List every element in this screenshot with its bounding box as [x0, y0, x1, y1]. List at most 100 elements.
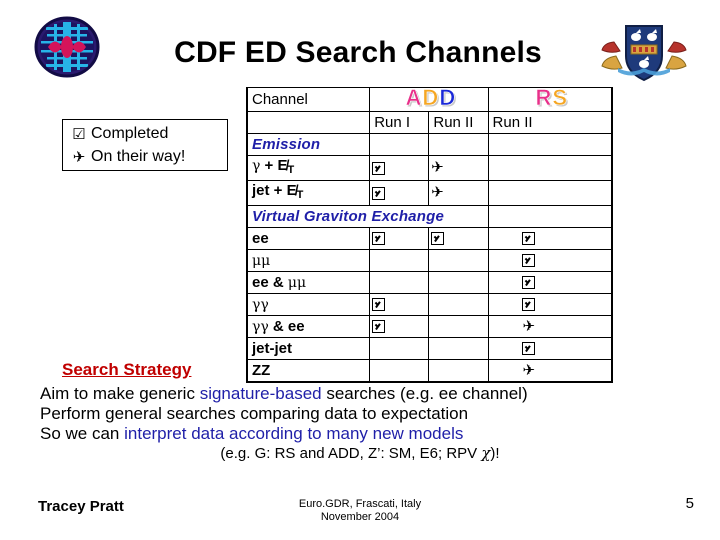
cell-add-run1 — [369, 249, 430, 272]
header-run2: Run II — [428, 111, 489, 134]
airplane-icon: ✈ — [72, 148, 86, 166]
header-group-add: ADD — [369, 87, 489, 112]
checkbox-checked-icon — [522, 254, 536, 268]
strategy-line3-highlight: interpret data according to many new mod… — [124, 424, 464, 443]
wordart-add: ADD — [405, 87, 457, 110]
row-channel-gamma-met: γ + E̸T — [246, 155, 371, 181]
cell-blank — [369, 133, 430, 156]
checkbox-checked-icon — [522, 232, 536, 246]
table-row: ZZ ✈ — [246, 359, 613, 383]
footer-page-number: 5 — [685, 495, 694, 512]
row-channel-mumu: μμ — [246, 249, 371, 272]
header-run3: Run II — [487, 111, 613, 134]
header-channel: Channel — [246, 87, 371, 112]
cell-rs-run2: ✈ — [487, 315, 613, 338]
checkbox-checked-icon — [371, 232, 385, 246]
slide-canvas: CDF ED Search Channels ☑ Completed ✈ On … — [0, 0, 720, 540]
table-section-row-virtual-graviton: Virtual Graviton Exchange — [245, 205, 613, 228]
section-label-emission: Emission — [246, 133, 371, 156]
strategy-line-4: (e.g. G: RS and ADD, Z’: SM, E6; RPV χ)! — [0, 444, 720, 462]
cell-add-run1 — [369, 227, 430, 250]
cell-add-run1 — [369, 271, 430, 294]
cell-add-run2 — [428, 359, 489, 383]
row-channel-zz: ZZ — [246, 359, 371, 383]
legend-box: ☑ Completed ✈ On their way! — [62, 119, 228, 171]
header-blank — [246, 111, 371, 134]
cell-add-run1 — [369, 359, 430, 383]
strategy-line1-part-c: searches (e.g. ee channel) — [321, 384, 528, 403]
cell-rs-run2: ✈ — [487, 359, 613, 383]
checkbox-checked-icon — [371, 161, 385, 175]
cell-rs-run2 — [487, 271, 613, 294]
cell-rs-run2 — [487, 337, 613, 360]
cell-add-run2: ✈ — [428, 180, 489, 206]
checkbox-checked-icon — [371, 298, 385, 312]
cell-add-run1 — [369, 315, 430, 338]
cell-blank — [428, 133, 489, 156]
table-section-row-emission: Emission — [246, 133, 613, 156]
table-row: μμ — [246, 249, 613, 272]
cell-rs-run2 — [487, 249, 613, 272]
cell-blank — [487, 205, 613, 228]
cell-add-run2 — [428, 271, 489, 294]
strategy-line-1: Aim to make generic signature-based sear… — [40, 384, 528, 404]
legend-item-label: Completed — [91, 124, 169, 142]
table-row: γγ — [246, 293, 613, 316]
legend-item-on-their-way: ✈ On their way! — [69, 145, 227, 168]
checkbox-checked-icon: ☑ — [72, 125, 86, 143]
cell-add-run2 — [428, 249, 489, 272]
row-channel-gammagamma-and-ee: γγ & ee — [246, 315, 371, 338]
footer-venue-line1: Euro.GDR, Frascati, Italy — [298, 498, 422, 510]
legend-item-completed: ☑ Completed — [69, 122, 227, 145]
wordart-rs: RS — [535, 87, 569, 110]
section-label-virtual-graviton-exchange: Virtual Graviton Exchange — [245, 205, 489, 228]
header-run1: Run I — [369, 111, 430, 134]
search-strategy-heading: Search Strategy — [62, 360, 192, 379]
strategy-line1-highlight: signature-based — [199, 384, 322, 403]
cell-add-run2 — [428, 293, 489, 316]
table-row: γγ & ee ✈ — [246, 315, 613, 338]
cell-add-run1 — [369, 293, 430, 316]
strategy-line-2: Perform general searches comparing data … — [40, 404, 469, 423]
row-channel-gammagamma: γγ — [246, 293, 371, 316]
checkbox-checked-icon — [430, 232, 444, 246]
search-channels-table: Channel ADD RS Run I Run II Run II Emiss… — [245, 87, 613, 383]
table-row: γ + E̸T ✈ — [246, 155, 613, 181]
checkbox-checked-icon — [522, 276, 536, 290]
cell-rs-run2 — [487, 293, 613, 316]
university-crest-logo — [601, 25, 687, 82]
airplane-icon: ✈ — [522, 317, 536, 335]
cell-rs-run2 — [487, 227, 613, 250]
cell-add-run2 — [428, 337, 489, 360]
airplane-icon: ✈ — [431, 159, 444, 177]
strategy-line-3: So we can interpret data according to ma… — [40, 424, 463, 444]
cell-rs-run2 — [487, 155, 613, 181]
strategy-line4-part-a: (e.g. G: RS and ADD, Z’: SM, E6; RPV — [220, 445, 482, 462]
cell-add-run2 — [428, 315, 489, 338]
cell-add-run1 — [369, 155, 430, 181]
page-title: CDF ED Search Channels — [174, 36, 542, 69]
row-channel-ee-and-mumu: ee & μμ — [246, 271, 371, 294]
row-channel-jet-met: jet + E̸T — [246, 180, 371, 206]
cell-blank — [487, 133, 613, 156]
cell-add-run2 — [428, 227, 489, 250]
table-row: jet + E̸T ✈ — [246, 180, 613, 206]
row-channel-jet-jet: jet-jet — [246, 337, 371, 360]
cell-add-run2: ✈ — [428, 155, 489, 181]
header-group-rs: RS — [487, 87, 613, 112]
cdf-logo — [34, 16, 100, 78]
legend-item-label: On their way! — [91, 147, 186, 165]
airplane-icon: ✈ — [522, 361, 536, 379]
strategy-line3-part-a: So we can — [40, 424, 125, 443]
table-header-row-groups: Channel ADD RS — [246, 87, 613, 112]
checkbox-checked-icon — [522, 342, 536, 356]
cell-add-run1 — [369, 337, 430, 360]
row-channel-ee: ee — [246, 227, 371, 250]
airplane-icon: ✈ — [431, 184, 444, 202]
cell-add-run1 — [369, 180, 430, 206]
table-header-row-runs: Run I Run II Run II — [246, 111, 613, 134]
checkbox-checked-icon — [371, 186, 385, 200]
strategy-line4-part-b: )! — [490, 445, 500, 462]
strategy-line1-part-a: Aim to make generic — [40, 384, 200, 403]
table-row: ee & μμ — [246, 271, 613, 294]
